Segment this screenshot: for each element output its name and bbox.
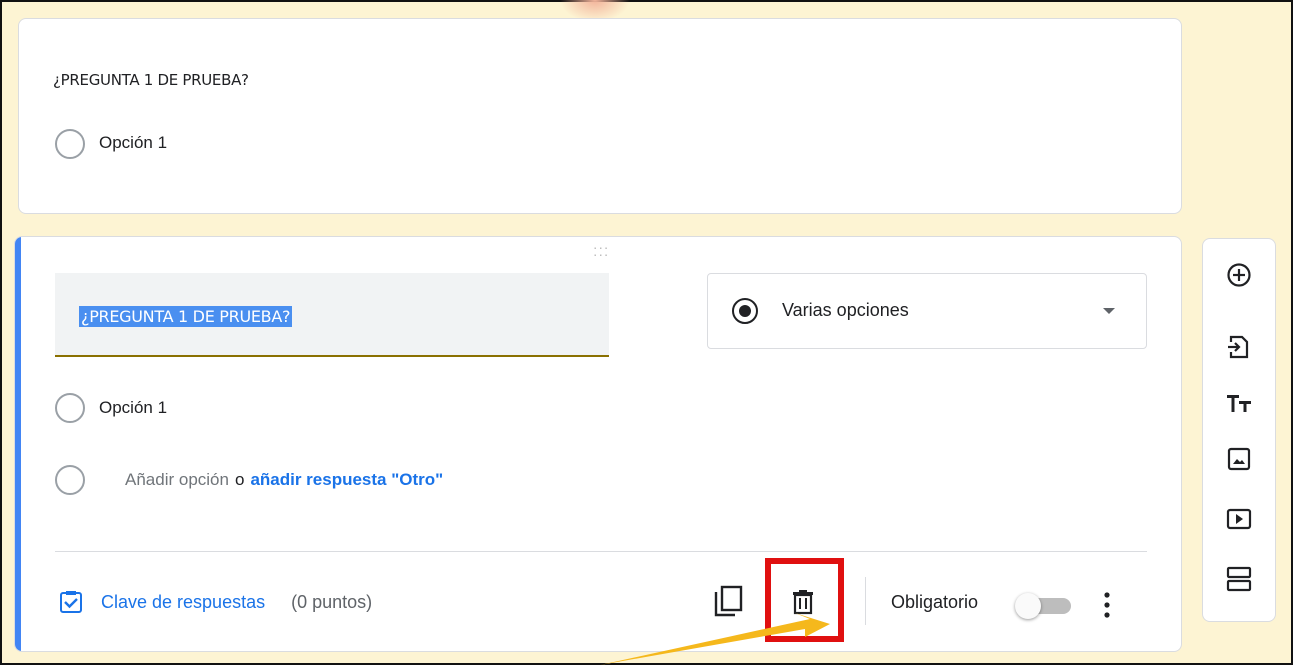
add-other-link[interactable]: añadir respuesta "Otro"	[250, 470, 443, 489]
pointer-arrow-icon	[600, 613, 830, 665]
import-questions-icon	[1228, 335, 1249, 359]
answer-key-button[interactable]: Clave de respuestas (0 puntos)	[59, 587, 372, 617]
add-section-button[interactable]	[1221, 561, 1257, 597]
add-video-button[interactable]	[1221, 501, 1257, 537]
option-label: Opción 1	[99, 133, 168, 152]
option-radio[interactable]	[55, 393, 85, 423]
add-image-icon	[1227, 447, 1251, 471]
required-label: Obligatorio	[891, 592, 979, 612]
add-option-row: Añadir opción o añadir respuesta "Otro"	[125, 470, 443, 490]
floating-toolbar	[1202, 238, 1276, 622]
question-type-dropdown[interactable]: Varias opciones	[707, 273, 1147, 349]
footer-divider	[55, 551, 1147, 552]
add-question-icon	[1227, 263, 1251, 287]
footer-separator	[865, 577, 866, 625]
add-image-button[interactable]	[1221, 441, 1257, 477]
more-vert-icon	[1104, 592, 1110, 618]
option-label[interactable]: Opción 1	[99, 398, 167, 418]
add-question-button[interactable]	[1221, 257, 1257, 293]
question-title: ¿PREGUNTA 1 DE PRUEBA?	[53, 71, 249, 89]
import-questions-button[interactable]	[1221, 329, 1257, 365]
add-title-button[interactable]	[1221, 385, 1257, 421]
more-options-button[interactable]	[1093, 587, 1121, 623]
option-radio[interactable]	[55, 129, 85, 159]
points-label: (0 puntos)	[291, 591, 373, 612]
active-card-accent	[15, 237, 21, 651]
caret-down-icon	[1103, 308, 1115, 314]
add-title-icon	[1227, 395, 1251, 412]
question-card-active[interactable]: ⋅⋅⋅ ⋅⋅⋅ ¿PREGUNTA 1 DE PRUEBA? Varias opc…	[14, 236, 1182, 652]
required-toggle[interactable]	[1015, 593, 1075, 619]
or-text: o	[234, 470, 245, 489]
toggle-knob	[1015, 593, 1041, 619]
question-card-preview[interactable]: ¿PREGUNTA 1 DE PRUEBA? Opción 1	[18, 18, 1182, 214]
add-option-link[interactable]: Añadir opción	[125, 470, 229, 489]
answer-key-icon	[60, 591, 82, 613]
drag-handle-icon[interactable]: ⋅⋅⋅ ⋅⋅⋅	[593, 241, 609, 262]
answer-key-label: Clave de respuestas	[101, 591, 266, 612]
question-type-label: Varias opciones	[782, 300, 909, 320]
question-title-text[interactable]: ¿PREGUNTA 1 DE PRUEBA?	[79, 306, 293, 327]
add-video-icon	[1226, 508, 1252, 530]
radio-selected-icon	[732, 298, 758, 324]
add-section-icon	[1226, 566, 1252, 592]
question-title-input[interactable]: ¿PREGUNTA 1 DE PRUEBA?	[55, 273, 609, 357]
add-option-radio	[55, 465, 85, 495]
